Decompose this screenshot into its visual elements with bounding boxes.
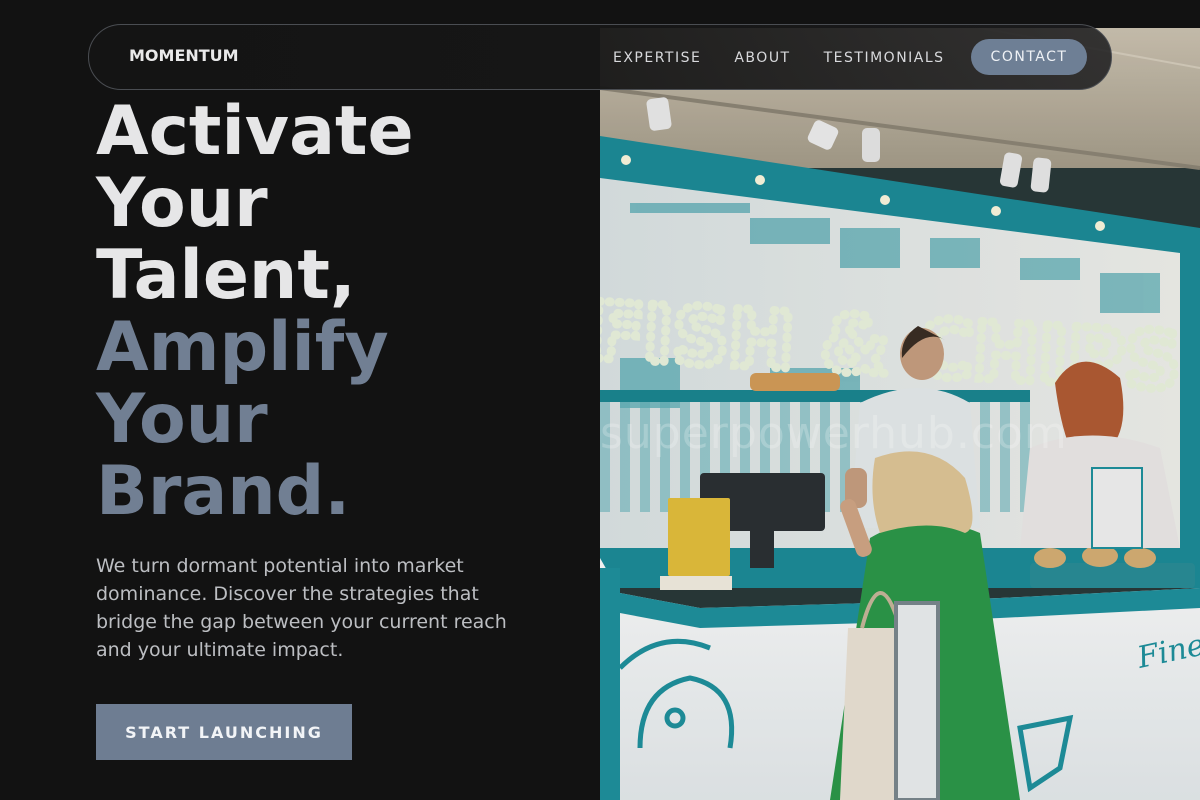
headline-line-accent: Your	[96, 380, 268, 459]
nav-link-expertise[interactable]: EXPERTISE	[613, 50, 701, 66]
hero-photo: FISH & CHIPS Finest superpowerhub.com	[600, 28, 1200, 800]
watermark-text: superpowerhub.com	[600, 408, 1068, 459]
nav-link-about[interactable]: ABOUT	[734, 50, 790, 66]
headline-line: Activate	[96, 92, 414, 171]
headline-line: Your	[96, 164, 268, 243]
top-navigation: MOMENTUM EXPERTISE ABOUT TESTIMONIALS CO…	[88, 24, 1112, 90]
nav-link-testimonials[interactable]: TESTIMONIALS	[824, 50, 945, 66]
landing-page: FISH & CHIPS Finest superpowerhub.com MO…	[0, 0, 1200, 800]
headline-line-accent: Brand.	[96, 452, 351, 531]
nav-links: EXPERTISE ABOUT TESTIMONIALS	[613, 25, 978, 91]
start-launching-button[interactable]: START LAUNCHING	[96, 704, 352, 760]
brand-logo[interactable]: MOMENTUM	[129, 46, 239, 65]
hero-subtitle: We turn dormant potential into market do…	[96, 555, 507, 661]
hero-headline: Activate Your Talent, Amplify Your Brand…	[96, 96, 596, 528]
headline-line: Talent,	[96, 236, 356, 315]
contact-button[interactable]: CONTACT	[971, 39, 1087, 75]
headline-line-accent: Amplify	[96, 308, 389, 387]
